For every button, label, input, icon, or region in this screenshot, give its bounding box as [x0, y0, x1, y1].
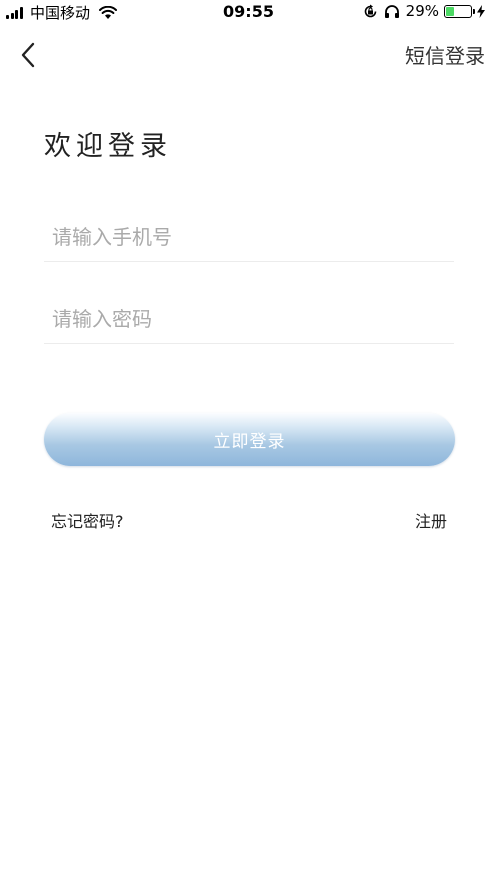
battery-fill: [446, 6, 454, 16]
login-screen: 中国移动 09:55 29% 短信登录 欢迎登录 请输入手机号 立即登录 忘记密…: [0, 0, 497, 883]
nav-bar: 短信登录: [0, 30, 497, 80]
sms-login-link[interactable]: 短信登录: [405, 40, 485, 69]
register-link[interactable]: 注册: [415, 508, 447, 532]
password-field-container: [44, 294, 454, 344]
charging-icon: [477, 4, 485, 18]
login-button[interactable]: 立即登录: [44, 413, 455, 466]
phone-field-container: [44, 212, 454, 262]
chevron-left-icon: [21, 42, 35, 68]
rotation-lock-icon: [364, 4, 376, 17]
back-button[interactable]: [14, 38, 44, 72]
headphones-icon: [384, 4, 399, 18]
status-bar-right: 29%: [363, 2, 491, 20]
password-input[interactable]: [44, 294, 454, 343]
status-bar: 中国移动 09:55 29%: [0, 0, 497, 24]
battery-icon: [444, 4, 475, 18]
battery-percent: 29%: [405, 2, 439, 20]
page-title: 欢迎登录: [44, 131, 172, 162]
forgot-password-link[interactable]: 忘记密码?: [51, 508, 124, 532]
phone-input[interactable]: [44, 212, 454, 261]
